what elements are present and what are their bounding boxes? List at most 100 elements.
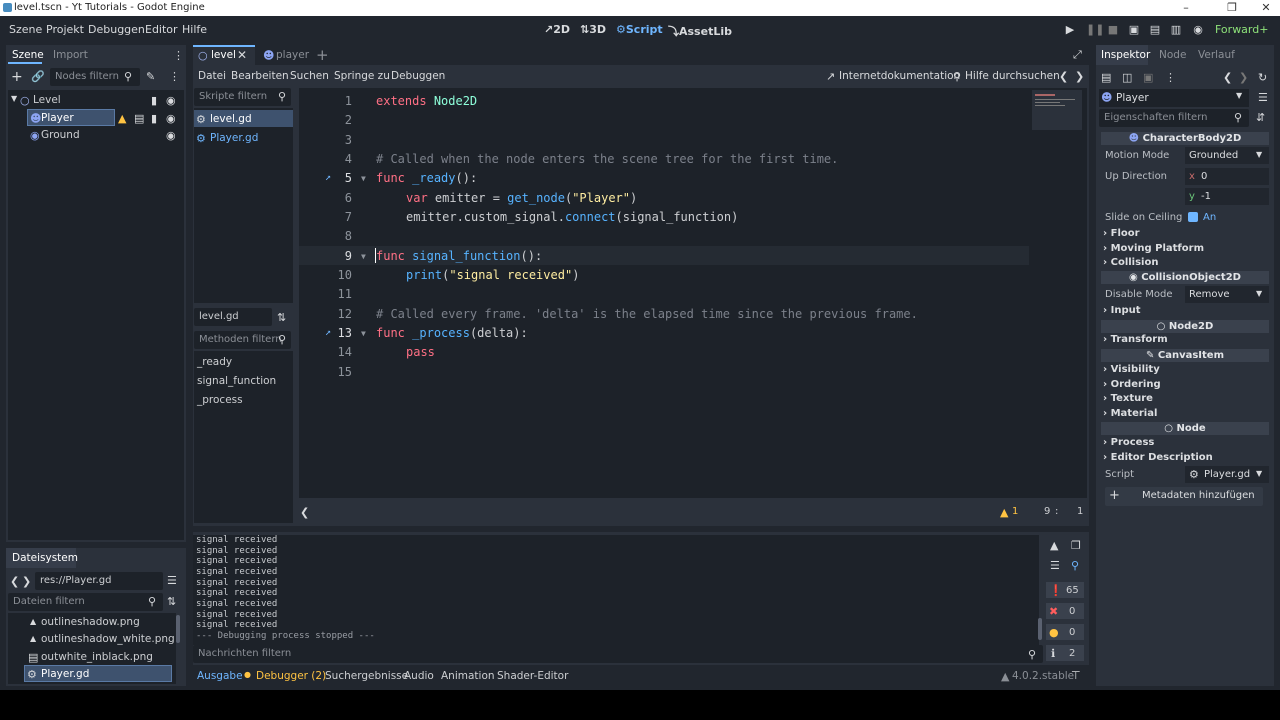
group-icon[interactable]: ▤	[134, 112, 144, 125]
tree-node-level[interactable]: Level	[33, 94, 61, 106]
tab-inspektor[interactable]: Inspektor	[1101, 49, 1150, 61]
script-menu-bearbeiten[interactable]: Bearbeiten	[231, 70, 289, 82]
script-icon[interactable]: ▮	[151, 112, 157, 125]
pin-panel-icon[interactable]: ⊤	[1071, 669, 1081, 682]
tab-level[interactable]: level	[211, 49, 236, 61]
clear-output-icon[interactable]: ▲	[1050, 539, 1058, 552]
workspace-script[interactable]: ⚙Script	[616, 23, 663, 36]
method-item[interactable]: _process	[197, 394, 243, 406]
section-texture[interactable]: › Texture	[1103, 393, 1153, 404]
warning-icon[interactable]: ▲	[118, 112, 126, 125]
bottom-tab-debugger[interactable]: Debugger (2)	[256, 670, 326, 682]
back-arrow-icon[interactable]: ❮	[10, 575, 19, 588]
script-menu-suchen[interactable]: Suchen	[290, 70, 329, 82]
bottom-tab-suchergebnisse[interactable]: Suchergebnisse	[325, 670, 408, 682]
scene-options-icon[interactable]: ⋮	[169, 70, 180, 83]
section-editor-description[interactable]: › Editor Description	[1103, 452, 1213, 463]
object-history-icon[interactable]: ↻	[1258, 71, 1267, 84]
remote-debug-icon[interactable]: ▣	[1128, 23, 1140, 36]
file-item[interactable]: outlineshadow.png	[41, 616, 140, 628]
new-resource-icon[interactable]: ▤	[1101, 71, 1111, 84]
movie-maker-icon[interactable]: ◉	[1192, 23, 1204, 36]
fold-arrow-icon[interactable]: ▼	[361, 174, 366, 183]
bottom-tab-animation[interactable]: Animation	[441, 670, 495, 682]
renderer-selector[interactable]: Forward+	[1215, 23, 1268, 36]
workspace-assetlib[interactable]: ⤵AssetLib	[668, 23, 732, 39]
collapse-messages-icon[interactable]: ☰	[1050, 559, 1060, 572]
file-list-scrollbar[interactable]	[176, 615, 180, 643]
minimize-icon[interactable]: –	[1176, 1, 1196, 14]
warning-count[interactable]: 1	[1012, 506, 1018, 517]
search-help-button[interactable]: Hilfe durchsuchen	[965, 70, 1060, 82]
search-icon[interactable]: ⚲	[1071, 559, 1079, 572]
signal-connection-icon[interactable]: ↗	[325, 327, 331, 338]
file-item[interactable]: outwhite_inblack.png	[41, 651, 153, 663]
close-window-icon[interactable]: ✕	[1256, 1, 1276, 14]
play-custom-scene-icon[interactable]: ▥	[1170, 23, 1182, 36]
bottom-tab-shader-editor[interactable]: Shader-Editor	[497, 670, 568, 682]
script-menu-datei[interactable]: Datei	[198, 70, 226, 82]
collapse-icon[interactable]: ▼	[11, 94, 17, 103]
close-tab-icon[interactable]: ✕	[237, 48, 247, 62]
method-item[interactable]: _ready	[197, 356, 232, 368]
script-menu-debuggen[interactable]: Debuggen	[391, 70, 445, 82]
fold-arrow-icon[interactable]: ▼	[361, 329, 366, 338]
section-ordering[interactable]: › Ordering	[1103, 379, 1161, 390]
save-resource-icon[interactable]: ▣	[1143, 71, 1153, 84]
distraction-free-icon[interactable]: ⤢	[1073, 48, 1082, 62]
play-scene-icon[interactable]: ▤	[1149, 23, 1161, 36]
history-back-icon[interactable]: ❮	[1059, 70, 1068, 83]
inspector-menu-icon[interactable]: ⋮	[1165, 71, 1176, 84]
minimap[interactable]	[1032, 90, 1082, 130]
menu-szene[interactable]: Szene	[9, 23, 42, 36]
script-icon[interactable]: ▮	[151, 94, 157, 107]
load-resource-icon[interactable]: ◫	[1122, 71, 1132, 84]
section-collision[interactable]: › Collision	[1103, 257, 1158, 268]
file-item[interactable]: Player.gd	[41, 668, 89, 680]
path-field[interactable]: res://Player.gd	[35, 572, 163, 590]
add-node-icon[interactable]: +	[11, 69, 23, 85]
section-floor[interactable]: › Floor	[1103, 228, 1140, 239]
signal-connection-icon[interactable]: ↗	[325, 172, 331, 183]
section-material[interactable]: › Material	[1103, 408, 1157, 419]
restore-icon[interactable]: ❐	[1222, 1, 1242, 14]
menu-hilfe[interactable]: Hilfe	[182, 23, 207, 36]
copy-output-icon[interactable]: ❐	[1071, 539, 1081, 552]
warning-icon[interactable]: ▲	[1000, 506, 1008, 519]
visibility-eye-icon[interactable]: ◉	[166, 112, 176, 125]
script-item-player[interactable]: Player.gd	[210, 132, 258, 144]
file-item[interactable]: outlineshadow_white.png	[41, 633, 175, 645]
section-moving-platform[interactable]: › Moving Platform	[1103, 243, 1204, 254]
scripts-filter-input[interactable]: Skripte filtern	[194, 88, 291, 106]
visibility-eye-icon[interactable]: ◉	[166, 129, 176, 142]
object-properties-icon[interactable]: ☰	[1258, 91, 1268, 104]
messages-filter-input[interactable]: Nachrichten filtern	[193, 645, 1043, 663]
play-icon[interactable]: ▶	[1064, 23, 1076, 36]
tree-node-player[interactable]: Player	[41, 112, 74, 124]
bottom-tab-ausgabe[interactable]: Ausgabe	[197, 670, 243, 682]
tab-node[interactable]: Node	[1159, 49, 1186, 61]
sort-icon[interactable]: ⇅	[167, 595, 176, 608]
split-mode-icon[interactable]: ☰	[167, 574, 177, 587]
history-forward-icon[interactable]: ❯	[1239, 71, 1248, 84]
sort-icon[interactable]: ⇅	[277, 311, 286, 324]
properties-filter-input[interactable]: Eigenschaften filtern	[1099, 109, 1249, 127]
forward-arrow-icon[interactable]: ❯	[22, 575, 31, 588]
online-docs-link[interactable]: Internetdokumentation	[839, 70, 960, 82]
visibility-eye-icon[interactable]: ◉	[166, 94, 176, 107]
menu-debuggen[interactable]: Debuggen	[88, 23, 145, 36]
pause-icon[interactable]: ❚❚	[1086, 23, 1104, 36]
method-item[interactable]: signal_function	[197, 375, 276, 387]
up-direction-x-field[interactable]	[1185, 168, 1269, 185]
property-options-icon[interactable]: ⇵	[1256, 111, 1265, 124]
tab-szene[interactable]: Szene	[12, 49, 44, 61]
history-forward-icon[interactable]: ❯	[1075, 70, 1084, 83]
section-process[interactable]: › Process	[1103, 437, 1154, 448]
bottom-tab-audio[interactable]: Audio	[404, 670, 434, 682]
files-filter-input[interactable]: Dateien filtern	[8, 593, 163, 611]
tab-dateisystem[interactable]: Dateisystem	[12, 552, 78, 564]
tab-import[interactable]: Import	[53, 49, 88, 61]
fold-arrow-icon[interactable]: ▼	[361, 252, 366, 261]
methods-filter-input[interactable]: Methoden filtern	[194, 331, 291, 349]
stop-icon[interactable]: ■	[1107, 23, 1119, 36]
